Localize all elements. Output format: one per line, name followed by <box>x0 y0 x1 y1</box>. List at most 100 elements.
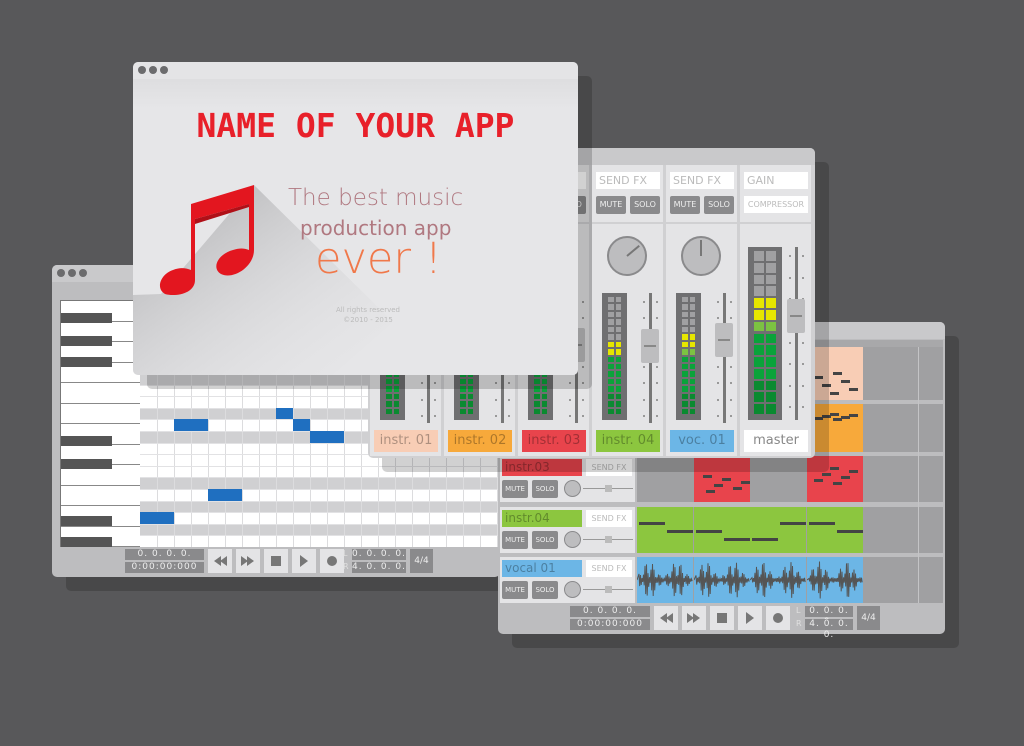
pan-knob[interactable] <box>607 236 647 276</box>
pan-knob[interactable] <box>564 581 581 598</box>
right-locator[interactable]: 4. 0. 0. 0. <box>805 619 853 640</box>
fader-handle[interactable] <box>715 322 733 357</box>
send-fx-button[interactable]: SEND FX <box>586 560 632 577</box>
meter-led <box>615 297 621 303</box>
record-button[interactable] <box>766 606 790 630</box>
play-button[interactable] <box>738 606 762 630</box>
track-name[interactable]: instr.03 <box>502 459 582 476</box>
midi-clip[interactable] <box>750 507 806 553</box>
black-key[interactable] <box>61 357 112 367</box>
solo-button[interactable]: SOLO <box>704 196 734 214</box>
stop-button[interactable] <box>710 606 734 630</box>
midi-note[interactable] <box>310 431 344 443</box>
black-key[interactable] <box>61 516 112 526</box>
piano-keyboard[interactable] <box>60 300 141 547</box>
fast-forward-button[interactable] <box>236 549 260 573</box>
rewind-icon <box>660 613 673 623</box>
mixer-channel: SEND FX MUTE SOLO voc. 01 <box>666 148 737 458</box>
midi-clip[interactable] <box>693 456 750 502</box>
black-key[interactable] <box>61 313 112 323</box>
fader-track[interactable] <box>723 293 726 423</box>
gain-field[interactable]: GAIN <box>744 172 808 189</box>
meter-led <box>615 401 621 407</box>
midi-note[interactable] <box>293 419 310 431</box>
mute-button[interactable]: MUTE <box>670 196 700 214</box>
play-button[interactable] <box>292 549 316 573</box>
window-controls[interactable] <box>57 269 87 277</box>
midi-clip[interactable] <box>806 507 863 553</box>
channel-label[interactable]: instr. 02 <box>448 430 512 452</box>
rewind-button[interactable] <box>208 549 232 573</box>
volume-slider[interactable] <box>583 586 633 593</box>
mute-button[interactable]: MUTE <box>596 196 626 214</box>
lane-divider <box>918 347 919 603</box>
audio-clip[interactable] <box>636 557 693 603</box>
channel-label[interactable]: instr. 03 <box>522 430 586 452</box>
send-fx-field[interactable]: SEND FX <box>596 172 660 189</box>
midi-clip[interactable] <box>693 507 750 553</box>
fast-forward-button[interactable] <box>682 606 706 630</box>
fader-handle[interactable] <box>787 299 805 334</box>
black-key[interactable] <box>61 459 112 469</box>
midi-clip[interactable] <box>806 456 863 502</box>
pan-knob[interactable] <box>681 236 721 276</box>
send-fx-field[interactable]: SEND FX <box>670 172 734 189</box>
send-fx-button[interactable]: SEND FX <box>586 459 632 476</box>
fader-tick <box>421 398 436 401</box>
record-button[interactable] <box>320 549 344 573</box>
white-key[interactable] <box>61 383 141 404</box>
solo-button[interactable]: SOLO <box>532 581 558 599</box>
mute-button[interactable]: MUTE <box>502 531 528 549</box>
mute-button[interactable]: MUTE <box>502 480 528 498</box>
position-display[interactable]: 0. 0. 0. 0. <box>570 606 650 617</box>
rewind-button[interactable] <box>654 606 678 630</box>
time-signature[interactable]: 4/4 <box>857 606 880 630</box>
left-locator[interactable]: 0. 0. 0. 0. <box>352 549 406 560</box>
time-display[interactable]: 0:00:00:000 <box>125 562 204 573</box>
right-locator[interactable]: 4. 0. 0. 0. <box>352 562 406 573</box>
pan-knob[interactable] <box>564 480 581 497</box>
send-fx-button[interactable]: SEND FX <box>586 510 632 527</box>
fader-tick <box>421 414 436 417</box>
midi-note[interactable] <box>174 419 208 431</box>
time-display[interactable]: 0:00:00:000 <box>570 619 650 630</box>
clip-note <box>723 538 750 541</box>
solo-button[interactable]: SOLO <box>532 480 558 498</box>
solo-button[interactable]: SOLO <box>630 196 660 214</box>
meter-led <box>754 286 764 297</box>
midi-clip[interactable] <box>637 507 693 553</box>
audio-clip[interactable] <box>693 557 750 603</box>
black-key[interactable] <box>61 336 112 346</box>
audio-clip[interactable] <box>749 557 806 603</box>
compressor-button[interactable]: COMPRESSOR <box>744 196 808 213</box>
stop-button[interactable] <box>264 549 288 573</box>
channel-label[interactable]: instr. 04 <box>596 430 660 452</box>
audio-clip[interactable] <box>806 557 863 603</box>
volume-slider[interactable] <box>583 536 633 543</box>
channel-label[interactable]: instr. 01 <box>374 430 438 452</box>
track-name[interactable]: instr.04 <box>502 510 582 527</box>
fader-track[interactable] <box>795 247 798 420</box>
pan-knob[interactable] <box>564 531 581 548</box>
meter-led <box>689 378 695 385</box>
midi-note[interactable] <box>276 407 293 420</box>
midi-note[interactable] <box>208 489 242 501</box>
fader-tick <box>643 317 658 320</box>
midi-note[interactable] <box>140 512 174 524</box>
fader-handle[interactable] <box>641 329 659 364</box>
black-key[interactable] <box>61 537 112 547</box>
channel-label[interactable]: voc. 01 <box>670 430 734 452</box>
solo-button[interactable]: SOLO <box>532 531 558 549</box>
white-key[interactable] <box>61 485 141 506</box>
meter-led <box>615 319 621 325</box>
white-key[interactable] <box>61 403 141 424</box>
volume-slider[interactable] <box>583 485 633 492</box>
black-key[interactable] <box>61 436 112 446</box>
left-locator[interactable]: 0. 0. 0. 0. <box>805 606 853 627</box>
master-label[interactable]: master <box>744 430 808 452</box>
track-name[interactable]: vocal 01 <box>502 560 582 577</box>
clip-note <box>848 388 858 391</box>
mute-button[interactable]: MUTE <box>502 581 528 599</box>
time-signature[interactable]: 4/4 <box>410 549 433 573</box>
position-display[interactable]: 0. 0. 0. 0. <box>125 549 204 560</box>
